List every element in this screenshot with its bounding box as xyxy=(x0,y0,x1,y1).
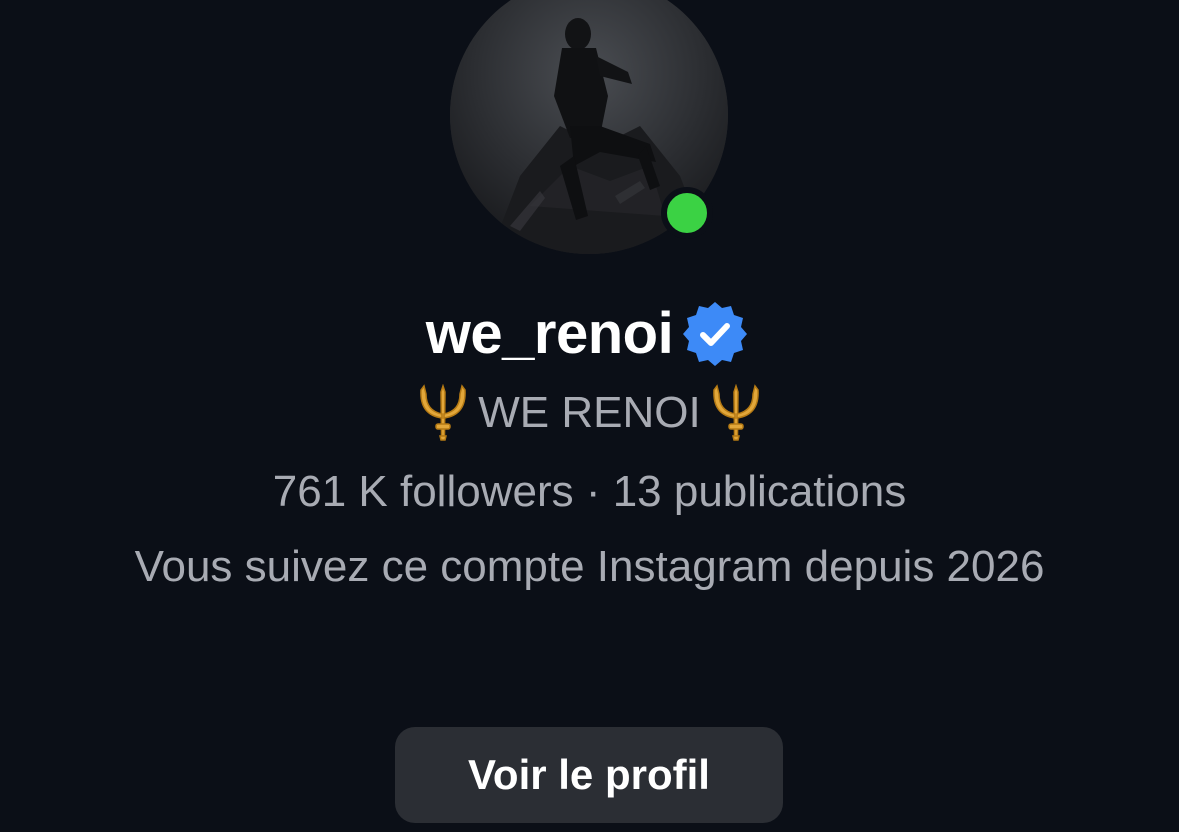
full-name: WE RENOI xyxy=(478,388,701,437)
view-profile-button[interactable]: Voir le profil xyxy=(395,727,783,823)
username: we_renoi xyxy=(425,301,674,366)
verified-badge-icon xyxy=(683,302,748,366)
online-status-dot xyxy=(661,187,713,239)
trident-icon xyxy=(712,384,759,441)
full-name-row: WE RENOI xyxy=(0,384,1179,442)
trident-icon xyxy=(420,384,467,441)
follow-since-text: Vous suivez ce compte Instagram depuis 2… xyxy=(134,542,1045,591)
profile-preview-card: we_renoi WE RENOI 761 K followers · 13 p… xyxy=(0,0,1179,832)
username-row: we_renoi xyxy=(0,296,1179,372)
profile-stats: 761 K followers · 13 publications xyxy=(272,467,907,516)
